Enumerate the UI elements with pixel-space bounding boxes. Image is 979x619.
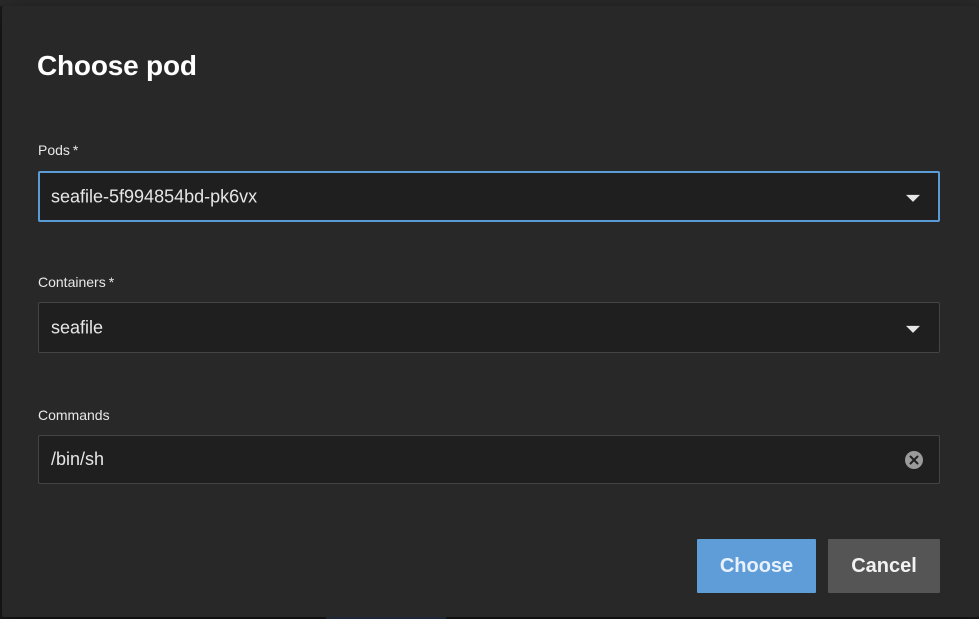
dialog-title: Choose pod (37, 50, 197, 81)
commands-label: Commands (38, 407, 110, 423)
containers-select[interactable]: seafile (38, 302, 940, 353)
clear-circle-icon[interactable] (905, 451, 923, 469)
required-mark: * (108, 274, 115, 290)
pods-label: Pods * (38, 142, 78, 158)
pods-select[interactable]: seafile-5f994854bd-pk6vx (38, 171, 940, 222)
choose-button[interactable]: Choose (697, 539, 816, 593)
commands-input[interactable] (51, 436, 891, 483)
pods-label-text: Pods (38, 142, 70, 158)
pods-select-value: seafile-5f994854bd-pk6vx (51, 186, 258, 206)
commands-input-container (38, 435, 940, 484)
required-mark: * (72, 142, 79, 158)
containers-label-text: Containers (38, 274, 106, 290)
commands-label-text: Commands (38, 407, 110, 423)
containers-select-value: seafile (51, 317, 104, 337)
choose-pod-dialog: Choose pod Pods * seafile-5f994854bd-pk6v… (2, 6, 979, 617)
containers-label: Containers * (38, 274, 114, 290)
chevron-down-icon (906, 325, 920, 333)
chevron-down-icon (906, 194, 920, 202)
cancel-button[interactable]: Cancel (828, 539, 940, 593)
